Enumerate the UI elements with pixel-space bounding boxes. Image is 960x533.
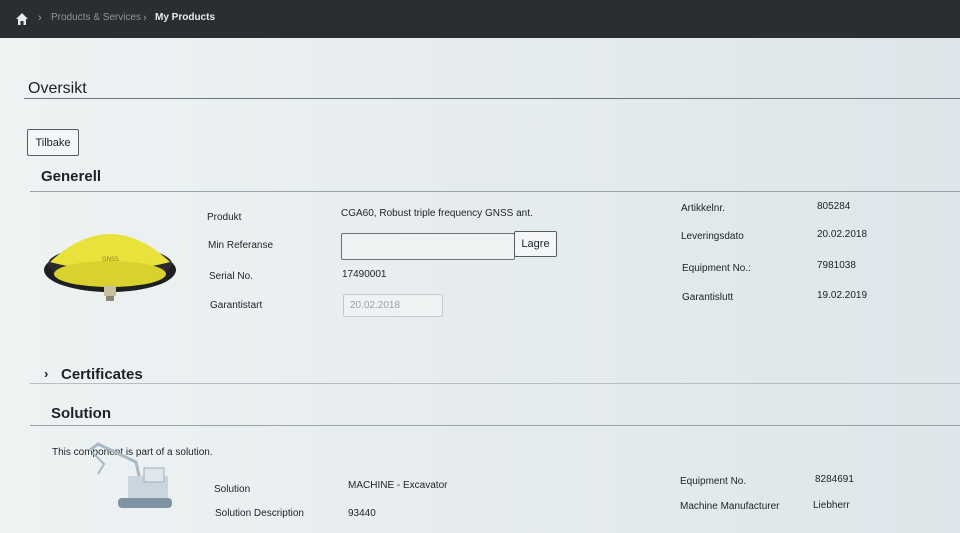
section-divider xyxy=(30,425,960,426)
min-referanse-label: Min Referanse xyxy=(208,240,274,251)
excavator-image xyxy=(89,442,172,508)
garantislutt-value: 19.02.2019 xyxy=(817,290,868,301)
solution-description-label: Solution Description xyxy=(215,508,304,519)
garantistart-field: 20.02.2018 xyxy=(343,294,443,317)
artikkelnr-label: Artikkelnr. xyxy=(681,203,725,214)
solution-description-value: 93440 xyxy=(348,508,376,519)
gnss-antenna-image: GNSS xyxy=(44,234,176,301)
leveringsdato-value: 20.02.2018 xyxy=(817,229,868,240)
equipment-no-label: Equipment No.: xyxy=(682,263,751,274)
solution-value: MACHINE - Excavator xyxy=(348,480,448,491)
chevron-right-icon: › xyxy=(143,12,147,24)
lagre-button[interactable]: Lagre xyxy=(514,231,557,257)
machine-manufacturer-value: Liebherr xyxy=(813,500,850,511)
certificates-heading[interactable]: Certificates xyxy=(61,366,143,383)
section-divider xyxy=(30,191,960,192)
artikkelnr-value: 805284 xyxy=(817,201,851,212)
produkt-label: Produkt xyxy=(207,212,242,223)
serial-no-value: 17490001 xyxy=(342,269,387,280)
min-referanse-input[interactable] xyxy=(341,233,515,260)
page-title: Oversikt xyxy=(28,80,87,97)
garantistart-label: Garantistart xyxy=(210,300,263,311)
solution-equipment-no-label: Equipment No. xyxy=(680,476,747,487)
solution-label: Solution xyxy=(214,484,251,495)
top-navigation-bar: › Products & Services › My Products xyxy=(0,0,960,38)
garantislutt-label: Garantislutt xyxy=(682,292,734,303)
chevron-right-icon[interactable]: › xyxy=(44,366,48,381)
breadcrumb-my-products[interactable]: My Products xyxy=(155,12,215,23)
chevron-right-icon: › xyxy=(38,12,42,24)
solution-equipment-no-value: 8284691 xyxy=(815,474,854,485)
equipment-no-value: 7981038 xyxy=(817,260,856,271)
home-icon[interactable] xyxy=(15,12,29,26)
section-divider xyxy=(30,383,960,384)
serial-no-label: Serial No. xyxy=(209,271,253,282)
back-button[interactable]: Tilbake xyxy=(27,129,79,156)
generell-heading: Generell xyxy=(41,168,102,185)
title-divider xyxy=(24,98,960,99)
solution-heading: Solution xyxy=(51,405,111,422)
breadcrumb-products-services[interactable]: Products & Services xyxy=(51,12,141,23)
leveringsdato-label: Leveringsdato xyxy=(681,231,744,242)
produkt-value: CGA60, Robust triple frequency GNSS ant. xyxy=(341,208,533,219)
machine-manufacturer-label: Machine Manufacturer xyxy=(680,501,780,512)
svg-text:GNSS: GNSS xyxy=(102,256,119,263)
